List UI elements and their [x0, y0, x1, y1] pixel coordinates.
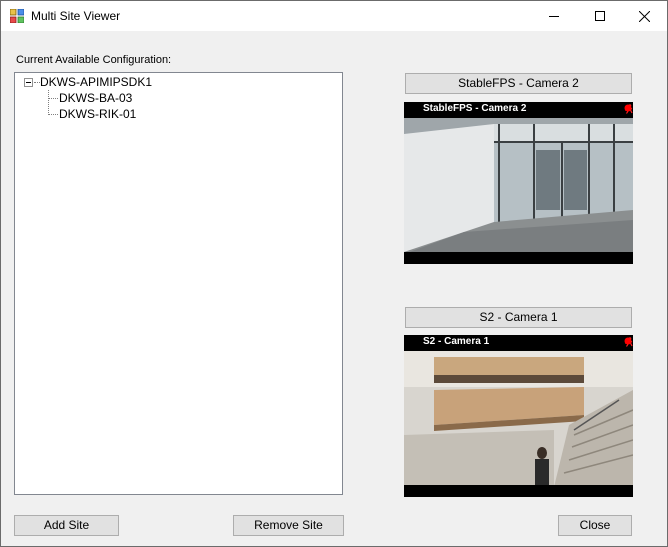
add-site-button[interactable]: Add Site — [14, 515, 119, 536]
close-icon — [638, 10, 650, 22]
camera-feed-image — [404, 351, 633, 497]
close-window-button[interactable] — [621, 1, 667, 31]
title-bar[interactable]: Multi Site Viewer — [1, 1, 667, 31]
collapse-icon[interactable] — [24, 78, 33, 87]
maximize-icon — [595, 11, 605, 21]
minimize-icon — [549, 11, 559, 21]
tree-connector — [48, 114, 58, 115]
camera-overlay-title: S2 - Camera 1 — [423, 336, 490, 347]
camera-overlay-bar: S2 - Camera 1 — [404, 335, 633, 351]
camera-overlay-title: StableFPS - Camera 2 — [423, 103, 527, 114]
camera-overlay-bar: StableFPS - Camera 2 — [404, 102, 633, 118]
tree-connector — [48, 90, 49, 115]
maximize-button[interactable] — [577, 1, 623, 31]
configuration-label: Current Available Configuration: — [16, 54, 172, 66]
tree-child-node[interactable]: DKWS-BA-03 — [59, 91, 132, 105]
camera-view[interactable]: S2 - Camera 1 — [404, 335, 633, 497]
camera-header-button[interactable]: StableFPS - Camera 2 — [405, 73, 632, 94]
remove-site-button[interactable]: Remove Site — [233, 515, 344, 536]
window-title: Multi Site Viewer — [31, 9, 121, 23]
minimize-button[interactable] — [531, 1, 577, 31]
camera-view[interactable]: StableFPS - Camera 2 — [404, 102, 633, 264]
camera-feed-image — [404, 118, 633, 264]
tree-root-node[interactable]: DKWS-APIMIPSDK1 — [40, 75, 152, 89]
tree-connector — [48, 98, 58, 99]
site-tree[interactable]: DKWS-APIMIPSDK1 DKWS-BA-03 DKWS-RIK-01 — [14, 72, 343, 495]
close-button[interactable]: Close — [558, 515, 632, 536]
camera-header-button[interactable]: S2 - Camera 1 — [405, 307, 632, 328]
main-window: Multi Site Viewer Current Available Conf… — [0, 0, 668, 547]
tree-child-node[interactable]: DKWS-RIK-01 — [59, 107, 136, 121]
app-icon — [9, 8, 25, 24]
